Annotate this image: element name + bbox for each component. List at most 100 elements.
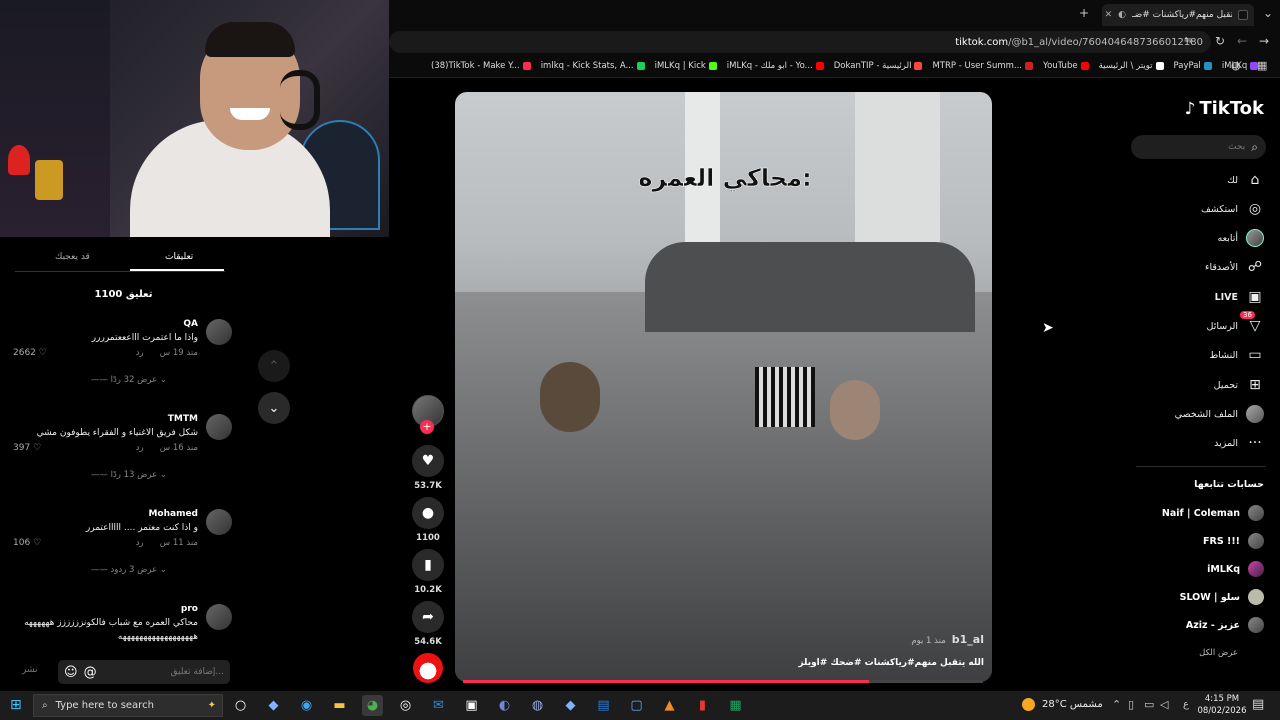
comment-button[interactable]: ●	[412, 497, 444, 529]
tab-comments[interactable]: تعليقات	[165, 252, 193, 262]
nav-following[interactable]: أتابعه	[1218, 229, 1264, 247]
comment-like-button[interactable]: 2662 ♡	[13, 348, 47, 358]
bookmark-item[interactable]: imlkq - Kick Stats, A...	[541, 61, 645, 71]
store-icon[interactable]: ▣	[461, 695, 482, 716]
app-icon[interactable]: ▢	[626, 695, 647, 716]
nav-messages[interactable]: الرسائل ▽ 36	[1207, 311, 1264, 335]
bookmark-item[interactable]: iMLKq | Kick	[655, 61, 717, 71]
following-account[interactable]: FRS !!!	[1203, 533, 1264, 549]
nav-live[interactable]: LIVE ▣	[1215, 288, 1264, 306]
taskbar-search[interactable]: ⌕ Type here to search ✦	[33, 694, 223, 717]
tab-you-may-like[interactable]: قد يعجبك	[55, 252, 90, 262]
bookmark-item[interactable]: PayPal	[1174, 61, 1212, 71]
steam-icon[interactable]: ◍	[527, 695, 548, 716]
microphone-icon[interactable]: ▯	[1128, 698, 1134, 711]
search-input[interactable]: بحث ⌕	[1131, 135, 1266, 159]
tiktok-logo[interactable]: ♪ TikTok	[1184, 98, 1264, 119]
mention-icon[interactable]: @	[84, 665, 97, 680]
mail-icon[interactable]: ✉	[428, 695, 449, 716]
video-author[interactable]: b1_al	[952, 633, 984, 646]
nav-activity[interactable]: النشاط ▭	[1209, 346, 1264, 364]
comment-like-button[interactable]: 397 ♡	[13, 443, 41, 453]
bookmark-item[interactable]: MTRP - User Summ...	[932, 61, 1033, 71]
view-replies[interactable]: —— عرض 32 ردًا ⌄	[91, 375, 167, 385]
bookmark-item[interactable]: (38)TikTok - Make Y...	[431, 61, 531, 71]
excel-icon[interactable]: ▦	[725, 695, 746, 716]
language-indicator[interactable]: ع	[1183, 699, 1189, 710]
chrome-icon[interactable]: ◕	[362, 695, 383, 716]
reply-link[interactable]: رد	[136, 538, 144, 548]
obs-icon[interactable]: ◎	[395, 695, 416, 716]
reply-link[interactable]: رد	[136, 348, 144, 358]
nav-for-you[interactable]: لك ⌂	[1227, 171, 1264, 189]
following-account[interactable]: SLOW | سلو	[1180, 589, 1264, 605]
new-tab-button[interactable]: +	[1079, 6, 1089, 20]
file-explorer-icon[interactable]: ▬	[329, 695, 350, 716]
share-button[interactable]: ➦	[412, 601, 444, 633]
show-all-link[interactable]: عرض الكل	[1199, 648, 1238, 658]
app-icon[interactable]: ▲	[659, 695, 680, 716]
video-progress-bar[interactable]	[463, 680, 983, 683]
weather-text[interactable]: 28°C مشمس	[1042, 699, 1103, 710]
search-icon[interactable]: ⌕	[1251, 140, 1258, 155]
following-account[interactable]: iMLKq	[1207, 561, 1264, 577]
comment-author[interactable]: pro	[181, 604, 198, 614]
bookmark-button[interactable]: ▮	[412, 549, 444, 581]
tray-chevron-icon[interactable]: ⌃	[1112, 698, 1121, 711]
weather-sun-icon[interactable]	[1022, 698, 1035, 711]
tab-list-chevron-icon[interactable]: ⌄	[1263, 6, 1273, 20]
comment-author[interactable]: QA	[183, 319, 198, 329]
comment-like-button[interactable]: 106 ♡	[13, 538, 41, 548]
following-account[interactable]: Aziz - عزيز	[1186, 617, 1264, 633]
nav-more[interactable]: المزيد ···	[1214, 434, 1264, 452]
avatar[interactable]	[206, 509, 232, 535]
globe-icon[interactable]: ◍	[1231, 59, 1241, 72]
nav-friends[interactable]: الأصدقاء ☍	[1205, 258, 1264, 276]
comment-author[interactable]: Mohamed	[148, 509, 198, 519]
nav-profile[interactable]: الملف الشخصي	[1175, 405, 1264, 423]
task-view-icon[interactable]: ○	[230, 695, 251, 716]
address-field[interactable]: tiktok.com/@b1_al/video/7604046487366012…	[389, 31, 1211, 53]
bookmark-item[interactable]: DokanTIP - الرئيسية	[834, 61, 923, 71]
app-icon[interactable]: ▤	[593, 695, 614, 716]
copilot-mini-icon[interactable]: ◆	[560, 695, 581, 716]
bookmark-item[interactable]: YouTube	[1043, 61, 1089, 71]
sound-disc-icon[interactable]	[413, 653, 443, 683]
network-icon[interactable]: ▭	[1144, 698, 1154, 711]
comment-input[interactable]: ☺ @ إضافة تعليق...	[58, 660, 230, 684]
forward-icon[interactable]: ←	[1237, 34, 1247, 48]
clock[interactable]: 4:15 PM 08/02/2026	[1197, 693, 1247, 717]
nav-upload[interactable]: تحميل ⊞	[1214, 376, 1264, 394]
app-icon[interactable]: ▮	[692, 695, 713, 716]
follow-plus-icon[interactable]: +	[420, 420, 434, 434]
discord-icon[interactable]: ◐	[494, 695, 515, 716]
tab-close-icon[interactable]: ✕	[1105, 10, 1113, 20]
view-replies[interactable]: —— عرض 3 ردود ⌄	[91, 565, 167, 575]
windows-start-icon[interactable]: ⊞	[10, 697, 22, 713]
following-account[interactable]: Naif | Coleman	[1162, 505, 1264, 521]
avatar[interactable]	[206, 414, 232, 440]
bookmark-item[interactable]: تويتر \ الرئيسية	[1099, 61, 1164, 71]
apps-grid-icon[interactable]: ▦	[1257, 59, 1267, 72]
emoji-icon[interactable]: ☺	[64, 665, 78, 680]
comment-author[interactable]: TMTM	[168, 414, 198, 424]
view-replies[interactable]: —— عرض 13 ردًا ⌄	[91, 470, 167, 480]
nav-explore[interactable]: استكشف ◎	[1201, 200, 1264, 218]
back-icon[interactable]: →	[1259, 34, 1269, 48]
notifications-icon[interactable]: ▤	[1252, 697, 1264, 712]
avatar[interactable]	[206, 604, 232, 630]
bookmark-item[interactable]: iMLKq - ابو ملك - Yo...	[727, 61, 824, 71]
post-button[interactable]: نشر	[22, 665, 38, 675]
volume-icon[interactable]: ◁	[1160, 698, 1168, 711]
like-button[interactable]: ♥	[412, 445, 444, 477]
site-settings-icon[interactable]: ⇋	[1184, 35, 1192, 46]
edge-icon[interactable]: ◉	[296, 695, 317, 716]
next-video-button[interactable]: ⌄	[258, 392, 290, 424]
reload-icon[interactable]: ↻	[1215, 34, 1225, 48]
active-tab[interactable]: ✕ ◐ الله يتقبل منهم#رياكشنات #ضـ	[1102, 4, 1254, 26]
copilot-icon[interactable]: ◆	[263, 695, 284, 716]
video-player[interactable]: محاكي العمره: منذ 1 يوم b1_al الله يتقبل…	[455, 92, 992, 682]
reply-link[interactable]: رد	[136, 443, 144, 453]
previous-video-button[interactable]: ⌃	[258, 350, 290, 382]
avatar[interactable]	[206, 319, 232, 345]
